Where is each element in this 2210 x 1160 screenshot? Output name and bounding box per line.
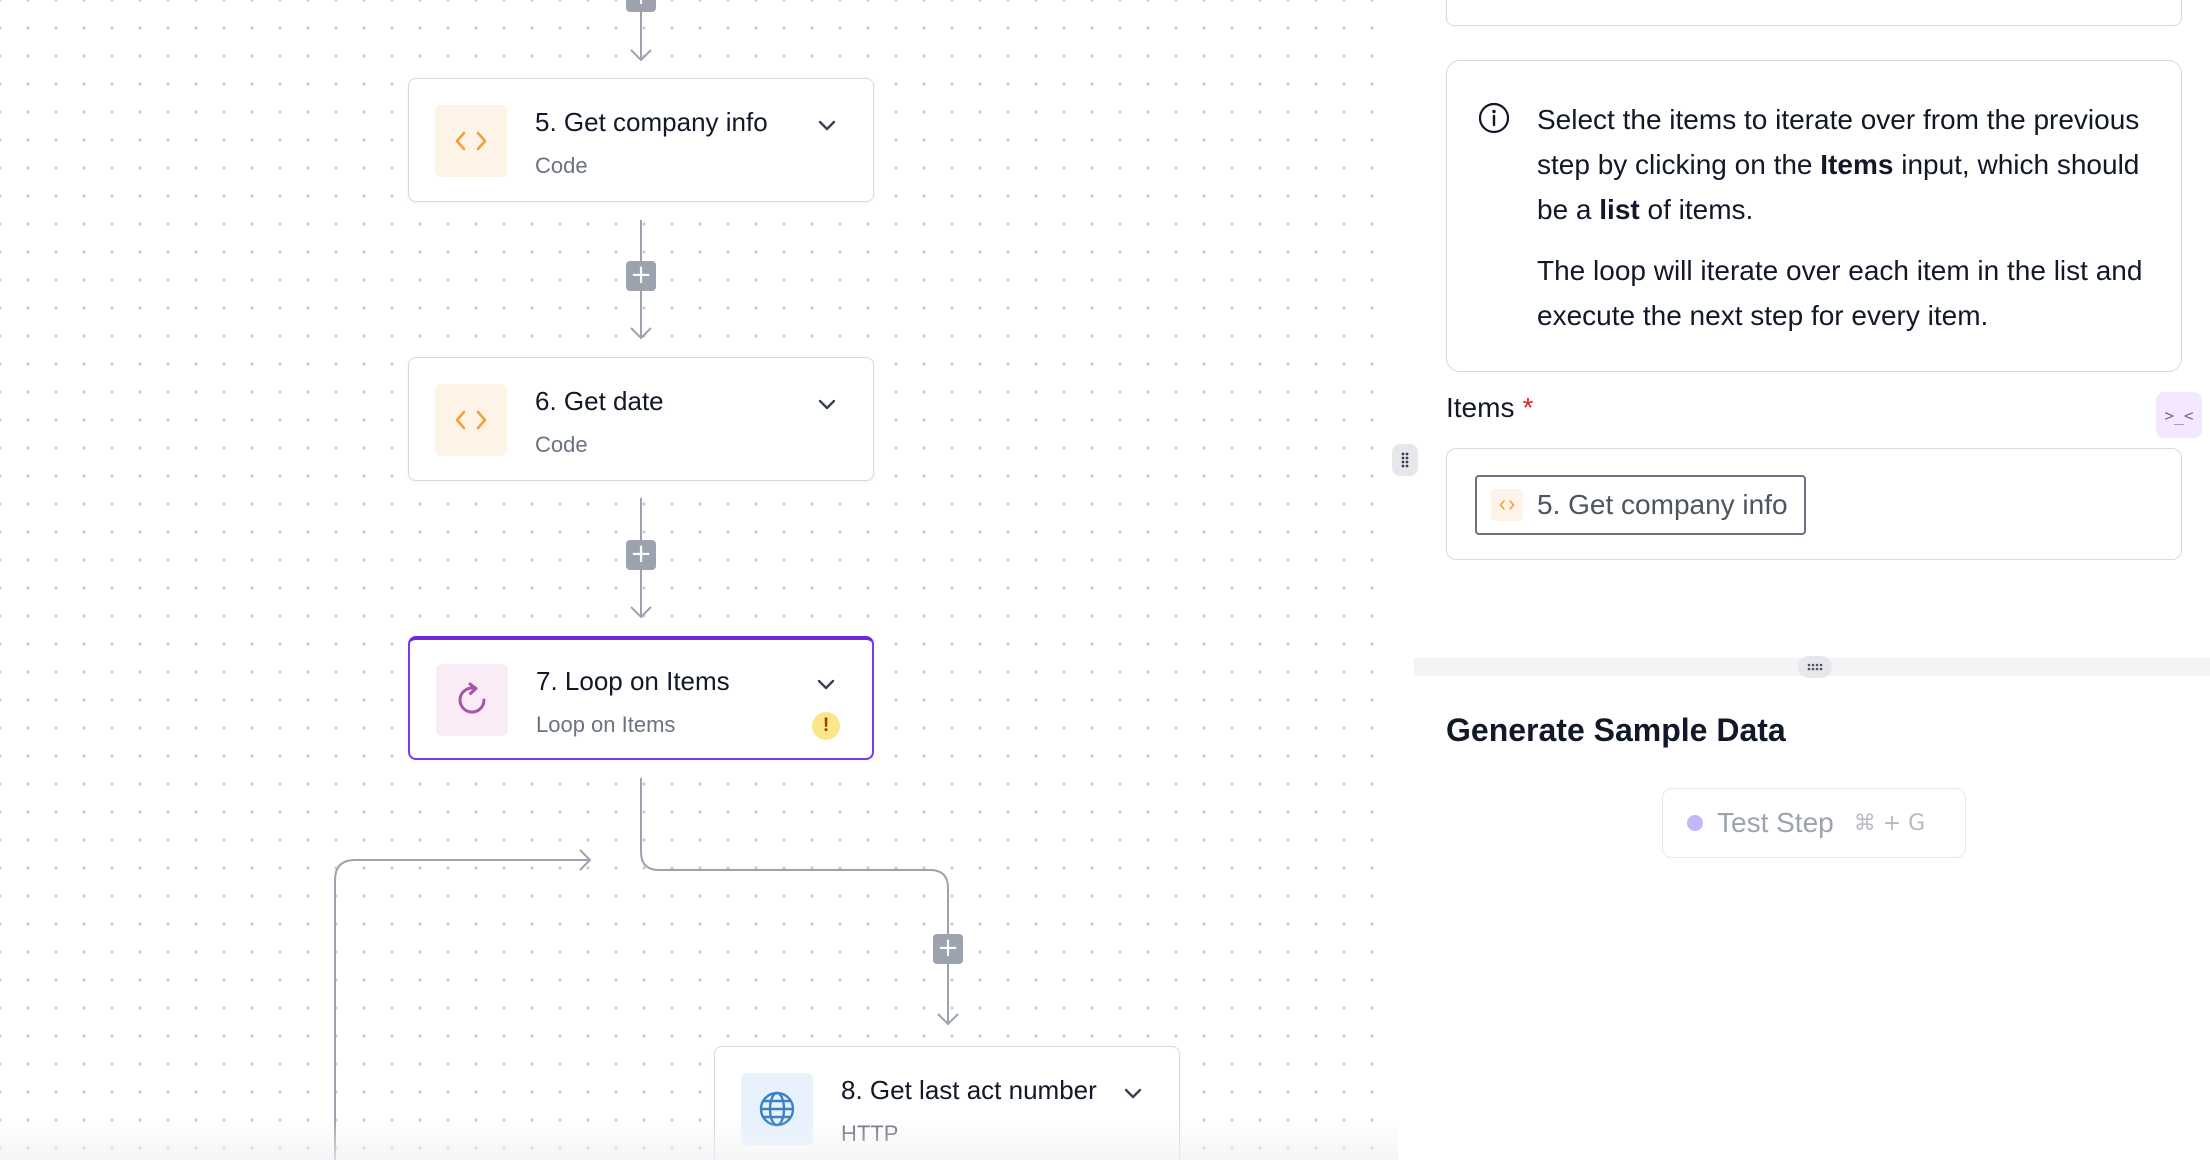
chevron-down-icon[interactable] [815, 113, 839, 137]
test-step-button[interactable]: Test Step ⌘ + G [1662, 788, 1966, 858]
required-mark: * [1522, 392, 1534, 423]
code-icon [435, 105, 507, 177]
globe-icon [741, 1073, 813, 1145]
items-reference-chip[interactable]: 5. Get company info [1475, 475, 1806, 535]
keyboard-shortcut: ⌘ + G [1853, 810, 1926, 836]
flow-canvas[interactable]: + + + + 5. Get company info Code 6. Get … [0, 0, 1398, 1160]
add-step-button[interactable]: + [626, 540, 656, 570]
add-step-button[interactable]: + [626, 261, 656, 291]
step-subtitle: HTTP [841, 1121, 899, 1146]
step-subtitle: Code [535, 432, 588, 457]
step-settings-panel: Select the items to iterate over from th… [1398, 0, 2210, 1160]
step-title: 5. Get company info [535, 107, 768, 137]
chevron-down-icon[interactable] [1121, 1081, 1145, 1105]
add-step-button[interactable]: + [626, 0, 656, 12]
section-title: Generate Sample Data [1446, 712, 1786, 748]
loop-icon [436, 664, 508, 736]
step-card-get-company-info[interactable]: 5. Get company info Code [408, 78, 874, 202]
info-callout: Select the items to iterate over from th… [1446, 60, 2182, 372]
items-input[interactable]: 5. Get company info [1446, 448, 2182, 560]
step-subtitle: Code [535, 153, 588, 178]
code-icon [1491, 489, 1523, 521]
chevron-down-icon[interactable] [815, 392, 839, 416]
items-label: Items * [1446, 392, 1534, 423]
step-title: 7. Loop on Items [536, 666, 730, 696]
test-step-label: Test Step [1717, 807, 1834, 838]
step-subtitle: Loop on Items [536, 712, 676, 737]
info-icon [1478, 102, 1510, 134]
info-text: Select the items to iterate over from th… [1537, 104, 2143, 331]
code-icon [435, 384, 507, 456]
add-step-button[interactable]: + [933, 934, 963, 964]
ai-assistant-toggle[interactable]: >_< [2156, 392, 2202, 438]
warning-icon: ! [812, 712, 840, 740]
chip-label: 5. Get company info [1537, 489, 1788, 520]
panel-resize-handle[interactable] [1392, 444, 1418, 476]
status-dot [1687, 815, 1703, 831]
resize-handle[interactable] [1798, 656, 1832, 678]
step-title: 8. Get last act number [841, 1075, 1097, 1105]
step-card-get-last-act-number[interactable]: 8. Get last act number HTTP [714, 1046, 1180, 1160]
connector-line [640, 778, 949, 1024]
chevron-down-icon[interactable] [814, 672, 838, 696]
step-card-get-date[interactable]: 6. Get date Code [408, 357, 874, 481]
loop-return-line [334, 859, 590, 1160]
step-title: 6. Get date [535, 386, 664, 416]
step-card-loop-on-items[interactable]: 7. Loop on Items Loop on Items ! [408, 636, 874, 760]
previous-field-box[interactable] [1446, 0, 2182, 26]
